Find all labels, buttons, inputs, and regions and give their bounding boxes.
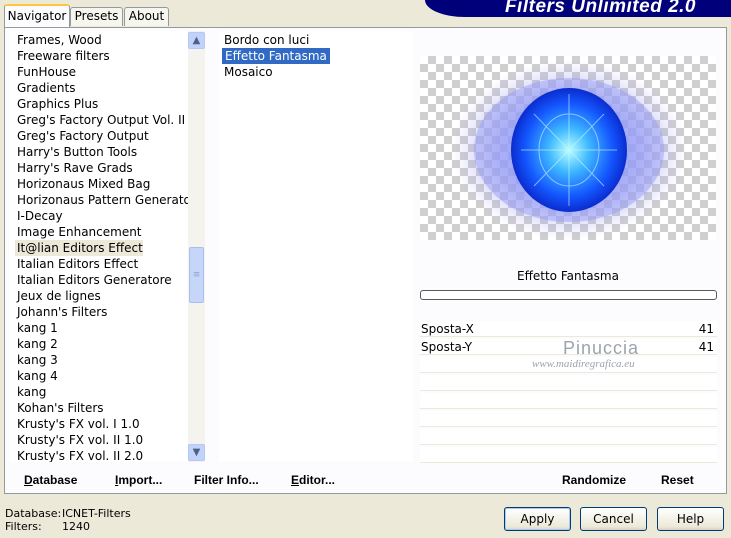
chevron-down-icon: ▼: [192, 447, 201, 458]
category-item[interactable]: Krusty's FX vol. II 2.0: [15, 448, 143, 462]
category-item[interactable]: Italian Editors Generatore: [15, 272, 172, 288]
reset-button-label: Reset: [661, 473, 694, 487]
category-item[interactable]: Kohan's Filters: [15, 400, 104, 416]
param-row-empty: [420, 429, 717, 445]
tab-about[interactable]: About: [124, 7, 169, 26]
category-item[interactable]: Greg's Factory Output Vol. II: [15, 112, 185, 128]
category-item[interactable]: Greg's Factory Output: [15, 128, 149, 144]
filter-name-label: Effetto Fantasma: [517, 269, 619, 283]
category-item[interactable]: kang 3: [15, 352, 58, 368]
preview-image: [420, 56, 716, 240]
category-item[interactable]: Horizonaus Pattern Generators: [15, 192, 202, 208]
tab-navigator[interactable]: Navigator: [4, 4, 70, 27]
database-status-value: ICNET-Filters: [62, 507, 131, 520]
param-label: Sposta-X: [421, 322, 474, 336]
category-item[interactable]: It@lian Editors Effect: [15, 240, 143, 256]
database-status-label: Database:: [5, 507, 62, 520]
chevron-up-icon: ▲: [192, 35, 201, 46]
param-row-sposta-x[interactable]: Sposta-X 41: [420, 321, 717, 337]
editor-button[interactable]: Editor...: [291, 472, 335, 488]
import-button-label: mport...: [118, 473, 163, 487]
scroll-thumb[interactable]: ≡: [189, 247, 204, 303]
param-value: 41: [698, 322, 714, 336]
filter-item[interactable]: Bordo con luci: [222, 32, 309, 48]
filters-status-value: 1240: [62, 520, 90, 533]
param-row-empty: [420, 411, 717, 427]
category-item[interactable]: Harry's Button Tools: [15, 144, 137, 160]
filter-info-button[interactable]: Filter Info...: [194, 472, 259, 488]
category-scrollbar[interactable]: ▲ ≡ ▼: [188, 31, 205, 462]
category-item[interactable]: I-Decay: [15, 208, 63, 224]
category-item[interactable]: Gradients: [15, 80, 75, 96]
param-row-empty: [420, 393, 717, 409]
category-item[interactable]: kang 2: [15, 336, 58, 352]
filter-item[interactable]: Effetto Fantasma: [222, 48, 330, 64]
category-item[interactable]: Horizonaus Mixed Bag: [15, 176, 150, 192]
category-item[interactable]: Krusty's FX vol. I 1.0: [15, 416, 140, 432]
apply-button[interactable]: Apply: [504, 507, 571, 531]
param-label: Sposta-Y: [421, 340, 473, 354]
filters-status-label: Filters:: [5, 520, 42, 533]
database-button-label: atabase: [32, 473, 78, 487]
category-item[interactable]: Harry's Rave Grads: [15, 160, 133, 176]
tab-presets[interactable]: Presets: [70, 7, 123, 26]
param-value: 41: [698, 340, 714, 354]
category-item[interactable]: kang 4: [15, 368, 58, 384]
watermark-name: Pinuccia: [563, 338, 640, 358]
title-banner: Filters Unlimited 2.0: [425, 0, 731, 17]
editor-button-label: ditor...: [299, 473, 336, 487]
category-item[interactable]: Frames, Wood: [15, 32, 102, 48]
reset-button[interactable]: Reset: [661, 472, 694, 488]
filter-info-button-label: Filter Info...: [194, 473, 259, 487]
category-item[interactable]: Freeware filters: [15, 48, 110, 64]
category-item[interactable]: Graphics Plus: [15, 96, 98, 112]
import-button[interactable]: Import...: [115, 472, 162, 488]
category-item[interactable]: FunHouse: [15, 64, 76, 80]
randomize-button-label: Randomize: [562, 473, 627, 487]
grip-icon: ≡: [192, 270, 201, 280]
category-item[interactable]: Krusty's FX vol. II 1.0: [15, 432, 143, 448]
category-item[interactable]: Italian Editors Effect: [15, 256, 138, 272]
cancel-button[interactable]: Cancel: [580, 507, 647, 531]
category-item[interactable]: kang 1: [15, 320, 58, 336]
category-item[interactable]: Jeux de lignes: [15, 288, 101, 304]
category-item[interactable]: Image Enhancement: [15, 224, 142, 240]
category-item[interactable]: kang: [15, 384, 46, 400]
category-item[interactable]: Johann's Filters: [15, 304, 107, 320]
progress-bar: [420, 290, 717, 300]
param-row-empty: [420, 375, 717, 391]
category-list: Frames, Wood Freeware filters FunHouse Grad…: [9, 31, 205, 462]
scroll-down-button[interactable]: ▼: [188, 444, 205, 461]
filter-list: Bordo con luci Effetto Fantasma Mosaico: [219, 31, 413, 462]
filter-item[interactable]: Mosaico: [222, 64, 273, 80]
watermark-url: www.maidiregrafica.eu: [532, 358, 635, 370]
param-row-empty: [420, 447, 717, 463]
database-button[interactable]: Database: [24, 472, 77, 488]
randomize-button[interactable]: Randomize: [562, 472, 626, 488]
help-button[interactable]: Help: [657, 507, 724, 531]
app-title: Filters Unlimited 2.0: [504, 0, 696, 17]
scroll-up-button[interactable]: ▲: [188, 32, 205, 49]
